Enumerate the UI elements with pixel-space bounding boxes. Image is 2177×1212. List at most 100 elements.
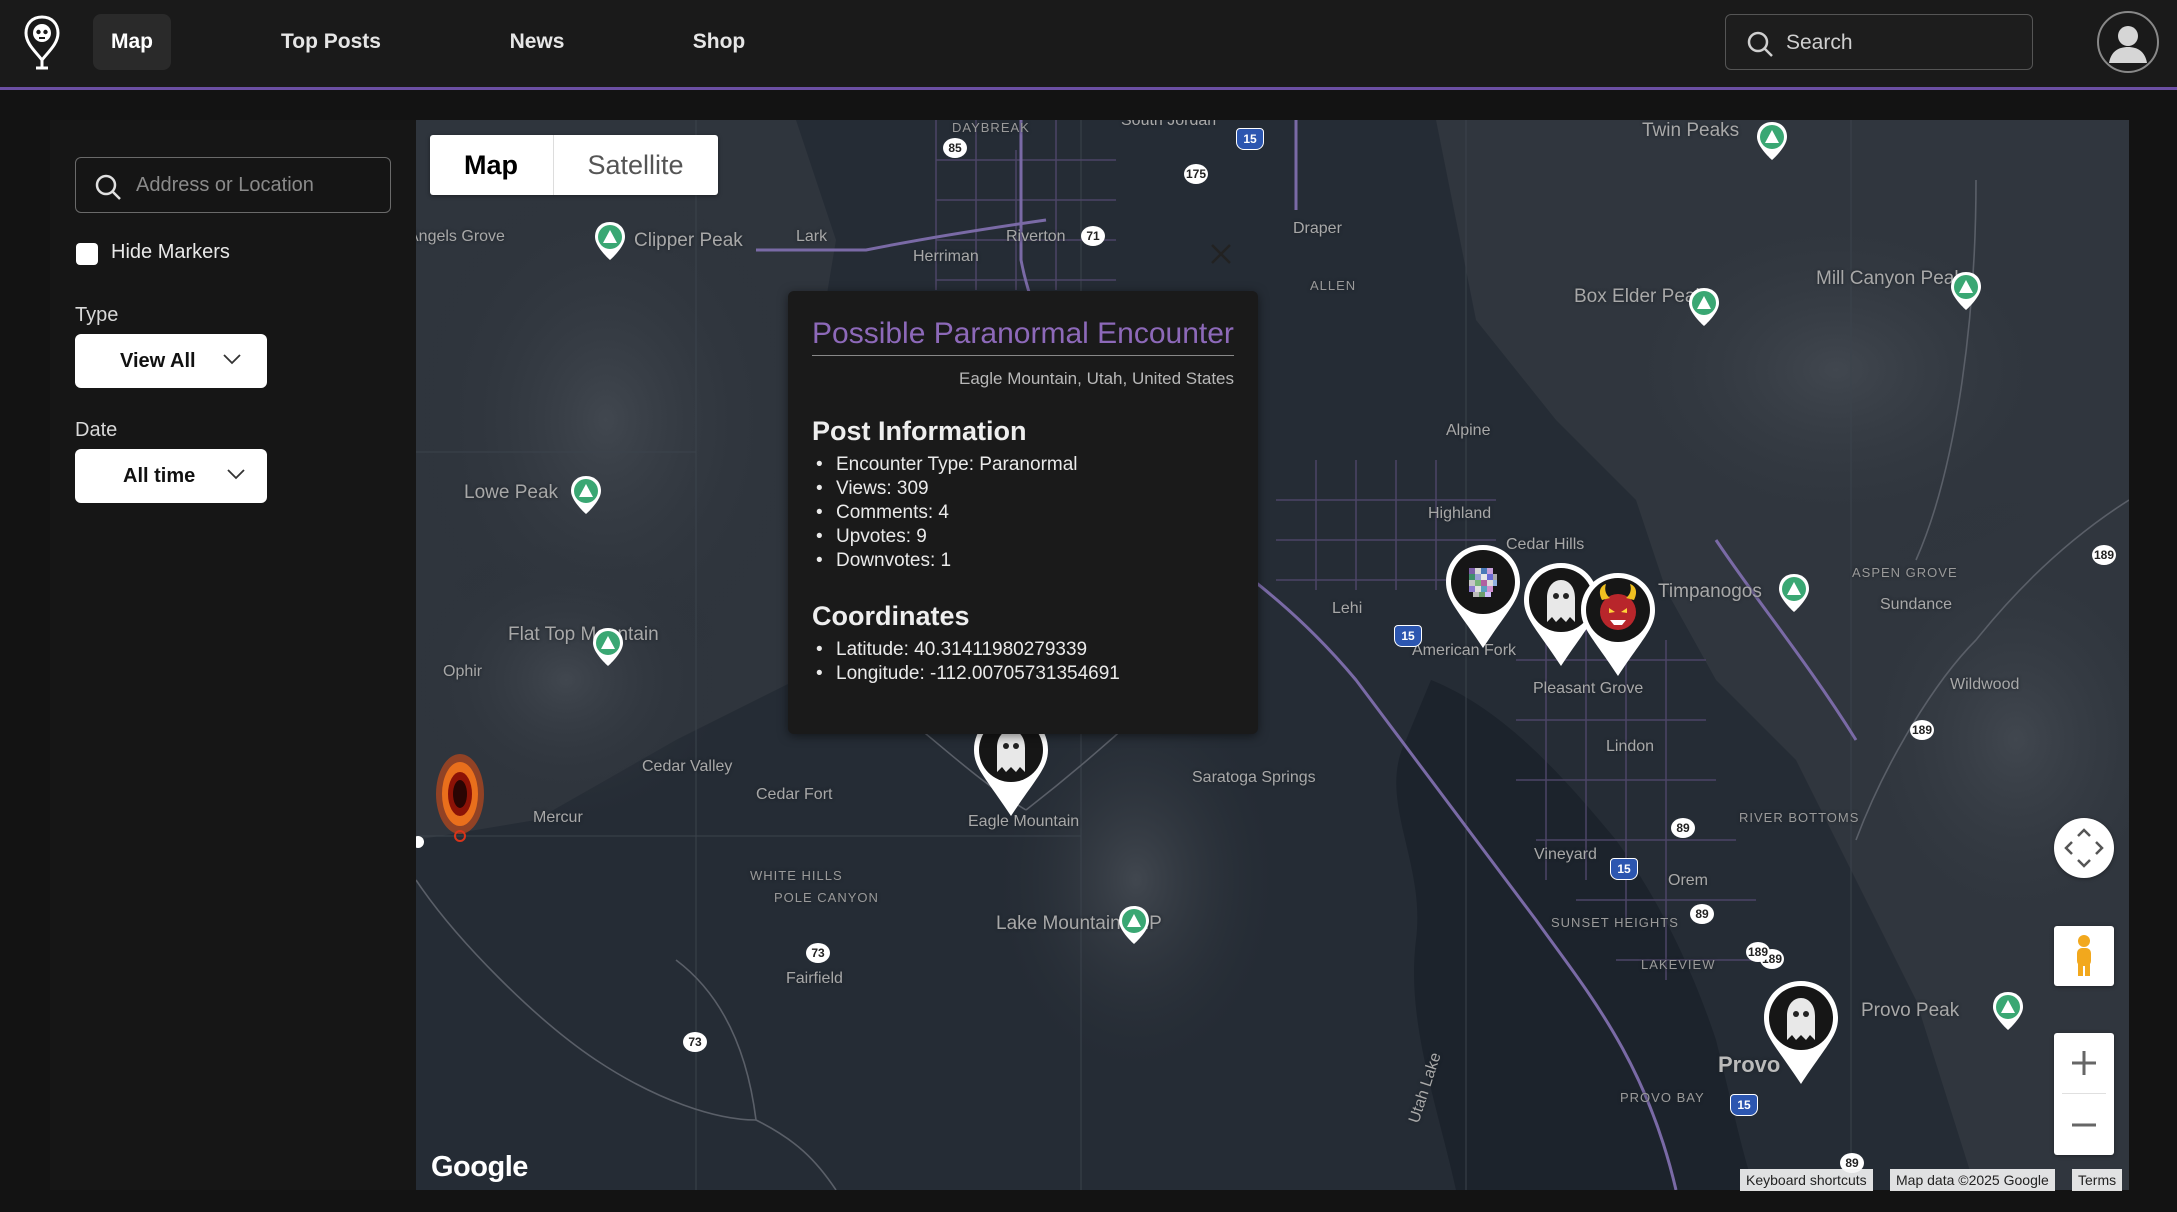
hide-markers-checkbox[interactable] xyxy=(76,243,98,265)
chevron-down-icon xyxy=(223,354,241,365)
date-filter-dropdown[interactable]: All time xyxy=(75,449,267,503)
map-type-map-button[interactable]: Map xyxy=(430,135,552,195)
post-information-list: Encounter Type: Paranormal Views: 309 Co… xyxy=(812,453,1078,573)
zoom-out-icon[interactable] xyxy=(2054,1095,2114,1155)
camera-control-button[interactable] xyxy=(2054,818,2114,878)
map-place-label: Provo Peak xyxy=(1861,1000,1960,1021)
type-filter-dropdown[interactable]: View All xyxy=(75,334,267,388)
map-place-label: Alpine xyxy=(1446,422,1491,439)
map-place-label: Mercur xyxy=(533,809,583,826)
zoom-divider xyxy=(2062,1093,2106,1094)
popup-title[interactable]: Possible Paranormal Encounter xyxy=(812,317,1234,351)
street-view-pegman-button[interactable] xyxy=(2054,926,2114,986)
site-logo-icon[interactable] xyxy=(22,14,62,70)
map-place-label: Angels Grove xyxy=(416,228,505,245)
list-item: Latitude: 40.31411980279339 xyxy=(812,638,1120,662)
map-place-label: Orem xyxy=(1668,872,1708,889)
map-data-attribution: Map data ©2025 Google xyxy=(1890,1169,2055,1191)
map-place-label: Lindon xyxy=(1606,738,1655,755)
list-item: Views: 309 xyxy=(812,477,1078,501)
zoom-in-icon[interactable] xyxy=(2054,1033,2114,1093)
map-type-control: Map Satellite xyxy=(430,135,718,195)
map-place-label: Cedar Fort xyxy=(756,786,833,803)
map-place-label: Box Elder Peak xyxy=(1574,286,1705,307)
marker-edge-icon[interactable] xyxy=(416,834,426,850)
map-place-label: Wildwood xyxy=(1950,676,2020,693)
mountain-peak-icon[interactable] xyxy=(1754,120,1790,162)
route-shield: 73 xyxy=(806,943,830,963)
route-shield: 15 xyxy=(1236,128,1264,150)
coordinates-list: Latitude: 40.31411980279339 Longitude: -… xyxy=(812,638,1120,686)
pegman-icon xyxy=(2077,935,2091,976)
route-shield: 15 xyxy=(1730,1094,1758,1116)
post-information-heading: Post Information xyxy=(812,416,1027,446)
map-place-label: Twin Peaks xyxy=(1642,120,1740,141)
list-item: Longitude: -112.00705731354691 xyxy=(812,662,1120,686)
map-place-label: DAYBREAK xyxy=(952,120,1030,135)
map-place-label: Herriman xyxy=(913,248,979,265)
route-shield: 15 xyxy=(1394,625,1422,647)
address-search-field[interactable] xyxy=(75,157,391,213)
type-filter-label: Type xyxy=(75,304,119,326)
route-shield: 175 xyxy=(1184,164,1208,184)
map-place-label: Highland xyxy=(1428,505,1492,522)
date-filter-label: Date xyxy=(75,419,118,441)
search-field[interactable]: Search xyxy=(1725,14,2033,70)
mountain-peak-icon[interactable] xyxy=(1686,286,1722,328)
route-shield: 89 xyxy=(1671,818,1695,838)
user-avatar-button[interactable] xyxy=(2097,11,2159,73)
map-place-label: Timpanogos xyxy=(1658,581,1762,602)
map-place-label: Riverton xyxy=(1006,228,1066,245)
encounter-info-popup: Possible Paranormal Encounter Eagle Moun… xyxy=(788,291,1258,734)
map-place-label: LAKEVIEW xyxy=(1641,957,1716,972)
map-place-label: Draper xyxy=(1293,220,1342,237)
chevron-down-icon xyxy=(227,469,245,480)
address-input[interactable] xyxy=(136,158,381,212)
route-shield: 73 xyxy=(683,1032,707,1052)
mountain-peak-icon[interactable] xyxy=(1116,904,1152,946)
route-shield: 89 xyxy=(1690,904,1714,924)
nav-news[interactable]: News xyxy=(500,14,574,70)
fire-portal-marker[interactable] xyxy=(430,746,490,842)
mountain-peak-icon[interactable] xyxy=(1990,990,2026,1032)
mountain-peak-icon[interactable] xyxy=(590,626,626,668)
mountain-peak-icon[interactable] xyxy=(1948,270,1984,312)
coordinates-heading: Coordinates xyxy=(812,601,970,631)
map-place-label: ALLEN xyxy=(1310,278,1357,293)
keyboard-shortcuts-link[interactable]: Keyboard shortcuts xyxy=(1740,1169,1873,1191)
route-shield: 189 xyxy=(1746,942,1770,962)
mountain-peak-icon[interactable] xyxy=(568,474,604,516)
map-place-label: Clipper Peak xyxy=(634,230,743,251)
map-place-label: Mill Canyon Peak xyxy=(1816,268,1964,289)
map-canvas[interactable]: Map Satellite Twin Peaks Mill Canyon Pea… xyxy=(416,120,2129,1190)
user-icon xyxy=(2109,26,2147,63)
nav-shop[interactable]: Shop xyxy=(682,14,756,70)
map-place-label: Saratoga Springs xyxy=(1192,769,1316,786)
list-item: Encounter Type: Paranormal xyxy=(812,453,1078,477)
mountain-peak-icon[interactable] xyxy=(1776,572,1812,614)
nav-map[interactable]: Map xyxy=(93,14,171,70)
google-logo[interactable]: Google xyxy=(431,1151,528,1184)
nav-top-posts[interactable]: Top Posts xyxy=(270,14,392,70)
map-type-satellite-button[interactable]: Satellite xyxy=(553,135,717,195)
pixel-marker[interactable] xyxy=(1443,542,1523,652)
map-place-label: Lehi xyxy=(1332,600,1363,617)
date-filter-value: All time xyxy=(123,465,196,487)
list-item: Comments: 4 xyxy=(812,501,1078,525)
route-shield: 85 xyxy=(943,138,967,158)
close-icon[interactable] xyxy=(1209,242,1233,266)
terms-link[interactable]: Terms xyxy=(2072,1169,2123,1191)
list-item: Upvotes: 9 xyxy=(812,525,1078,549)
demon-marker[interactable] xyxy=(1578,570,1658,680)
search-icon xyxy=(95,174,121,200)
map-place-label: Sundance xyxy=(1880,596,1953,613)
route-shield: 189 xyxy=(1910,720,1934,740)
move-arrows-icon xyxy=(2064,828,2104,868)
mountain-peak-icon[interactable] xyxy=(592,220,628,262)
top-navigation-bar: Map Top Posts News Shop Search xyxy=(0,0,2177,90)
map-place-label: RIVER BOTTOMS xyxy=(1739,810,1860,825)
ghost-marker[interactable] xyxy=(1761,978,1841,1088)
map-place-label: PROVO BAY xyxy=(1620,1090,1705,1105)
map-place-label: Ophir xyxy=(443,663,483,680)
map-place-label: POLE CANYON xyxy=(774,890,879,905)
